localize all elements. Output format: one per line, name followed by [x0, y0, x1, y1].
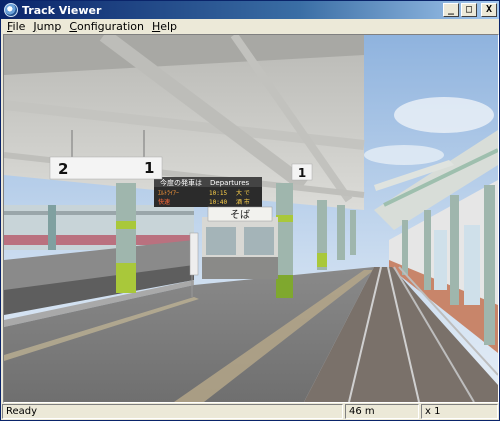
- svg-text:1: 1: [298, 166, 306, 180]
- svg-text:酒 市: 酒 市: [236, 198, 250, 206]
- svg-text:2: 2: [58, 160, 68, 178]
- svg-text:10:40: 10:40: [209, 199, 227, 206]
- svg-text:快速: 快速: [158, 198, 170, 206]
- app-window: Track Viewer _ □ X File Jump Configurati…: [0, 0, 500, 421]
- platform-number-sign-right: 1: [291, 163, 313, 181]
- status-distance: 46 m: [345, 404, 419, 419]
- window-title: Track Viewer: [22, 3, 102, 17]
- menu-file[interactable]: File: [3, 20, 29, 34]
- svg-text:10:15: 10:15: [209, 190, 227, 197]
- menu-jump[interactable]: Jump: [29, 20, 65, 34]
- menu-bar: File Jump Configuration Help: [1, 19, 499, 34]
- departures-title-jp: 今度の発車は: [160, 178, 202, 187]
- departures-title-en: Departures: [210, 179, 250, 187]
- minimize-button[interactable]: _: [443, 3, 459, 17]
- title-bar[interactable]: Track Viewer _ □ X: [1, 1, 499, 19]
- status-text: Ready: [2, 404, 343, 419]
- svg-text:大 で: 大 で: [236, 189, 250, 197]
- status-speed: x 1: [421, 404, 498, 419]
- app-icon: [4, 3, 18, 17]
- maximize-button[interactable]: □: [461, 3, 477, 17]
- svg-text:そば: そば: [230, 209, 250, 221]
- menu-configuration[interactable]: Configuration: [65, 20, 148, 34]
- departures-board: 今度の発車は Departures ｴﾙﾄﾗｲｱｰ 10:15 大 で 快速 1…: [154, 177, 262, 207]
- 3d-viewport[interactable]: 今度の発車は Departures ｴﾙﾄﾗｲｱｰ 10:15 大 で 快速 1…: [3, 34, 499, 403]
- svg-text:1: 1: [144, 159, 154, 177]
- close-button[interactable]: X: [481, 3, 497, 17]
- status-bar: Ready 46 m x 1: [1, 404, 499, 420]
- menu-help[interactable]: Help: [148, 20, 181, 34]
- svg-text:ｴﾙﾄﾗｲｱｰ: ｴﾙﾄﾗｲｱｰ: [158, 190, 179, 197]
